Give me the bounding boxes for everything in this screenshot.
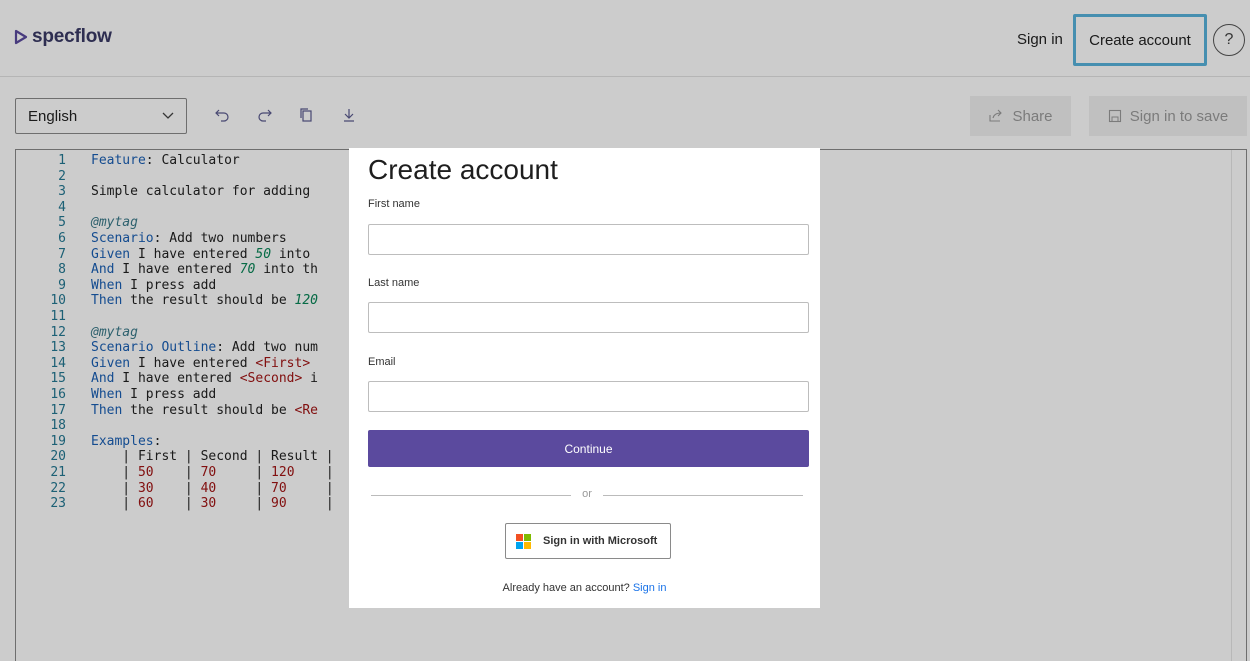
- email-field[interactable]: [368, 381, 809, 412]
- account-prompt: Already have an account?: [502, 582, 630, 594]
- microsoft-logo-square: [524, 533, 531, 541]
- last-name-field[interactable]: [368, 302, 809, 333]
- continue-label: Continue: [564, 441, 613, 456]
- microsoft-icon: [516, 533, 531, 549]
- last-name-label: Last name: [368, 277, 420, 289]
- or-divider: or: [371, 488, 803, 502]
- first-name-label: First name: [368, 198, 420, 210]
- app-root: specflow Sign in Create account ? Englis…: [0, 0, 1250, 661]
- microsoft-label: Sign in with Microsoft: [543, 535, 658, 547]
- divider-line-right: [603, 495, 803, 496]
- existing-account-row: Already have an account? Sign in: [349, 582, 820, 594]
- microsoft-logo-square: [524, 541, 531, 549]
- first-name-field[interactable]: [368, 224, 809, 255]
- email-label: Email: [368, 356, 396, 368]
- dialog-title: Create account: [368, 154, 558, 185]
- microsoft-logo-square: [516, 541, 523, 549]
- continue-button[interactable]: Continue: [368, 430, 809, 467]
- divider-line-left: [371, 495, 571, 496]
- sign-in-with-microsoft-button[interactable]: Sign in with Microsoft: [505, 523, 671, 559]
- or-label: or: [582, 488, 592, 500]
- microsoft-logo-square: [516, 533, 523, 541]
- create-account-dialog: Create account First name Last name Emai…: [349, 148, 820, 608]
- dialog-sign-in-link[interactable]: Sign in: [633, 582, 667, 594]
